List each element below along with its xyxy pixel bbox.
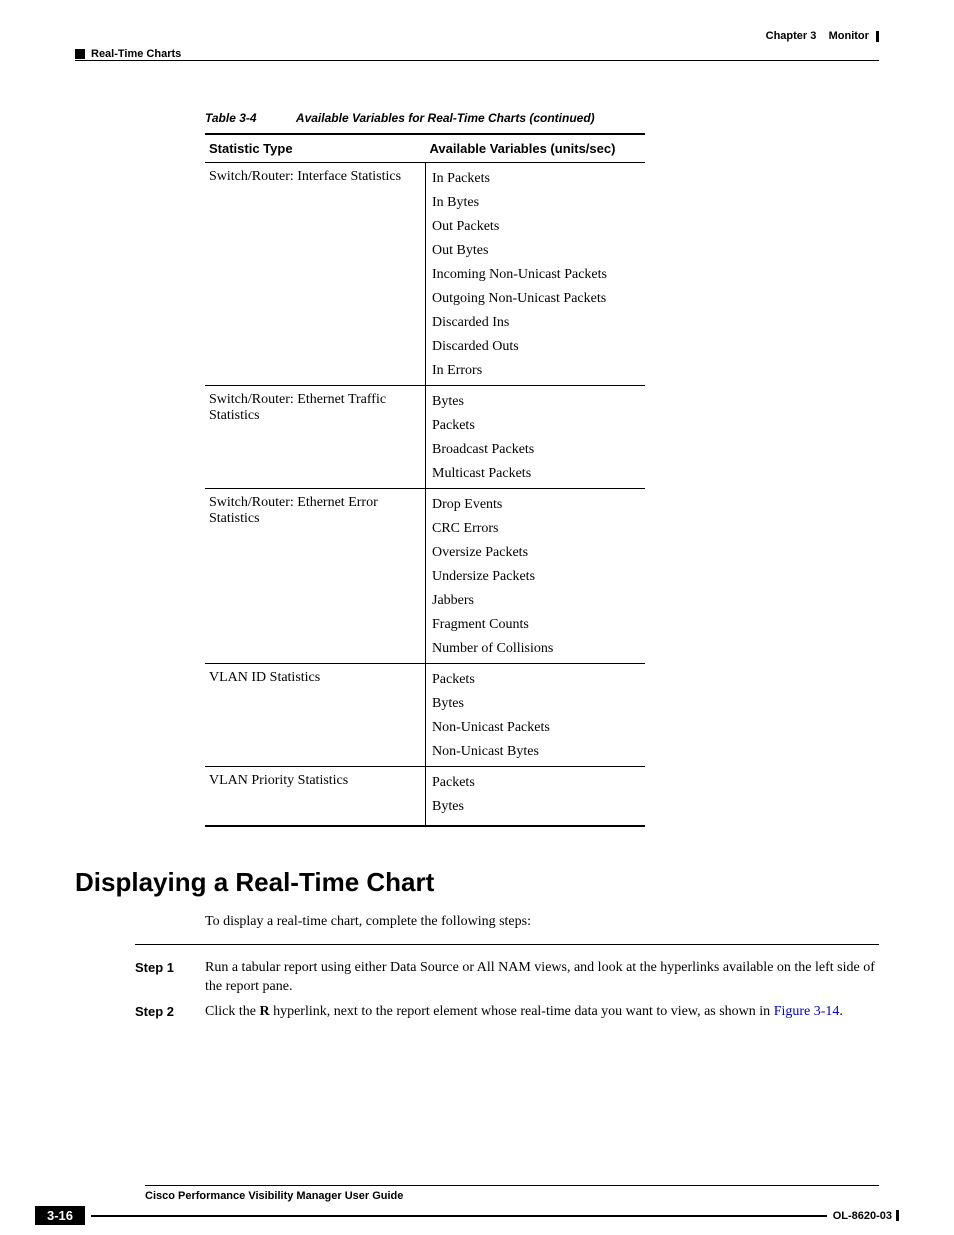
variable-item: Bytes bbox=[432, 797, 639, 821]
table-row: Switch/Router: Ethernet Traffic Statisti… bbox=[205, 386, 645, 489]
stat-type-cell: Switch/Router: Interface Statistics bbox=[205, 163, 426, 386]
footer-rule-icon bbox=[91, 1215, 827, 1217]
variable-item: Out Packets bbox=[432, 217, 639, 241]
chapter-title: Monitor bbox=[829, 30, 869, 42]
page-number: 3-16 bbox=[35, 1206, 85, 1225]
step-label: Step 1 bbox=[135, 959, 205, 997]
variable-item: In Errors bbox=[432, 361, 639, 385]
stat-type-cell: Switch/Router: Ethernet Traffic Statisti… bbox=[205, 386, 426, 489]
variable-item: Packets bbox=[432, 773, 639, 797]
table-caption: Table 3-4 Available Variables for Real-T… bbox=[205, 111, 879, 125]
figure-link[interactable]: Figure 3-14 bbox=[774, 1004, 840, 1019]
variable-item: Discarded Outs bbox=[432, 337, 639, 361]
variable-item: Discarded Ins bbox=[432, 313, 639, 337]
col-header-type: Statistic Type bbox=[205, 134, 426, 163]
variable-item: Outgoing Non-Unicast Packets bbox=[432, 289, 639, 313]
variable-item: Non-Unicast Bytes bbox=[432, 742, 639, 766]
variable-item: Packets bbox=[432, 670, 639, 694]
vars-cell: Drop EventsCRC ErrorsOversize PacketsUnd… bbox=[426, 489, 646, 664]
variable-item: In Packets bbox=[432, 169, 639, 193]
footer-end-bar-icon bbox=[896, 1210, 899, 1221]
table-title: Available Variables for Real-Time Charts… bbox=[296, 111, 595, 125]
variable-item: Incoming Non-Unicast Packets bbox=[432, 265, 639, 289]
header-square-icon bbox=[75, 49, 85, 59]
header-rule bbox=[75, 60, 879, 61]
variable-item: Multicast Packets bbox=[432, 464, 639, 488]
table-row: Switch/Router: Interface StatisticsIn Pa… bbox=[205, 163, 645, 386]
step-body: Run a tabular report using either Data S… bbox=[205, 959, 879, 997]
chapter-label: Chapter 3 bbox=[766, 30, 817, 42]
variable-item: Out Bytes bbox=[432, 241, 639, 265]
vars-cell: PacketsBytesNon-Unicast PacketsNon-Unica… bbox=[426, 664, 646, 767]
running-header: Chapter 3 Monitor bbox=[75, 30, 879, 42]
vars-cell: PacketsBytes bbox=[426, 767, 646, 827]
step-row: Step 2 Click the R hyperlink, next to th… bbox=[135, 1003, 879, 1022]
vars-cell: In PacketsIn BytesOut PacketsOut BytesIn… bbox=[426, 163, 646, 386]
step-label: Step 2 bbox=[135, 1003, 205, 1022]
header-end-bar-icon bbox=[876, 31, 879, 42]
variable-item: CRC Errors bbox=[432, 519, 639, 543]
steps-rule bbox=[135, 944, 879, 945]
vars-cell: BytesPacketsBroadcast PacketsMulticast P… bbox=[426, 386, 646, 489]
variable-item: Bytes bbox=[432, 392, 639, 416]
variable-item: Oversize Packets bbox=[432, 543, 639, 567]
stat-type-cell: VLAN Priority Statistics bbox=[205, 767, 426, 827]
variables-table: Statistic Type Available Variables (unit… bbox=[205, 133, 645, 827]
footer-doc-id: OL-8620-03 bbox=[833, 1210, 892, 1222]
table-row: VLAN Priority StatisticsPacketsBytes bbox=[205, 767, 645, 827]
variable-item: Packets bbox=[432, 416, 639, 440]
variable-item: Broadcast Packets bbox=[432, 440, 639, 464]
stat-type-cell: Switch/Router: Ethernet Error Statistics bbox=[205, 489, 426, 664]
footer-guide-title: Cisco Performance Visibility Manager Use… bbox=[145, 1190, 403, 1202]
variable-item: Drop Events bbox=[432, 495, 639, 519]
variable-item: Non-Unicast Packets bbox=[432, 718, 639, 742]
table-row: Switch/Router: Ethernet Error Statistics… bbox=[205, 489, 645, 664]
step-row: Step 1 Run a tabular report using either… bbox=[135, 959, 879, 997]
header-section-title: Real-Time Charts bbox=[91, 48, 181, 60]
variable-item: Undersize Packets bbox=[432, 567, 639, 591]
variable-item: Number of Collisions bbox=[432, 639, 639, 663]
variable-item: Bytes bbox=[432, 694, 639, 718]
variable-item: In Bytes bbox=[432, 193, 639, 217]
stat-type-cell: VLAN ID Statistics bbox=[205, 664, 426, 767]
section-intro: To display a real-time chart, complete t… bbox=[205, 914, 879, 930]
section-heading: Displaying a Real-Time Chart bbox=[75, 867, 879, 898]
table-row: VLAN ID StatisticsPacketsBytesNon-Unicas… bbox=[205, 664, 645, 767]
page-footer: Cisco Performance Visibility Manager Use… bbox=[0, 1185, 954, 1225]
col-header-vars: Available Variables (units/sec) bbox=[426, 134, 646, 163]
table-number: Table 3-4 bbox=[205, 111, 257, 125]
variable-item: Jabbers bbox=[432, 591, 639, 615]
step-body: Click the R hyperlink, next to the repor… bbox=[205, 1003, 879, 1022]
variable-item: Fragment Counts bbox=[432, 615, 639, 639]
